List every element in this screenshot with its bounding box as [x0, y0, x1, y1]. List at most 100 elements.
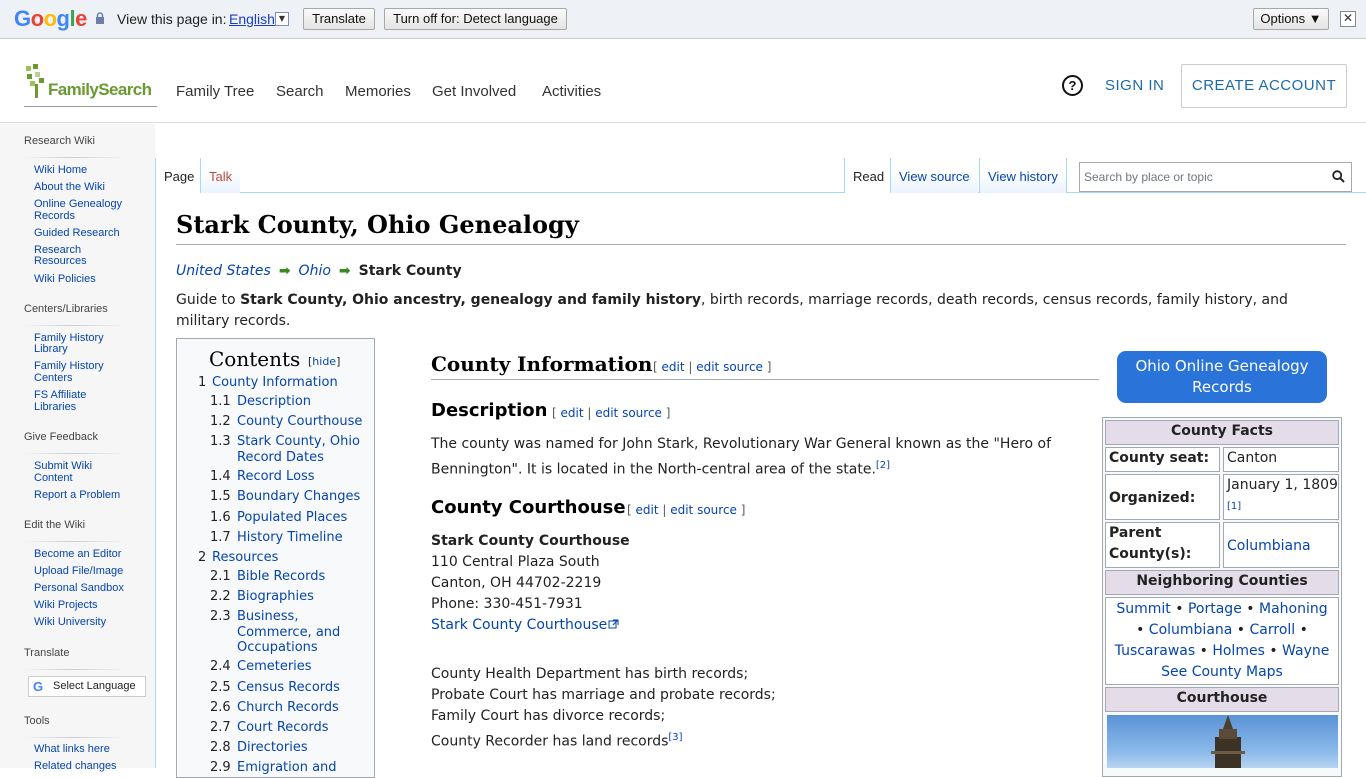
sidebar-item-submit-content[interactable]: Content — [34, 473, 144, 484]
sidebar-item-online-genealogy[interactable]: Online Genealogy — [34, 199, 144, 210]
close-icon[interactable]: ✕ — [1340, 11, 1356, 27]
sidebar-item-fs-affiliate[interactable]: FS Affiliate — [34, 390, 144, 401]
courthouse-link[interactable]: Stark County Courthouse — [431, 615, 619, 636]
tab-view-source[interactable]: View source — [890, 158, 978, 193]
sidebar-item-fh-library[interactable]: Library — [34, 344, 144, 355]
turn-off-button[interactable]: Turn off for: Detect language — [384, 8, 567, 30]
toc-item[interactable]: 1.1 Description — [210, 394, 311, 410]
select-language-dropdown[interactable]: G Select Language — [28, 676, 146, 697]
county-link[interactable]: Wayne — [1282, 643, 1329, 659]
toc-item[interactable]: Commerce, and — [237, 625, 340, 641]
nav-memories[interactable]: Memories — [345, 83, 411, 100]
toc-item[interactable]: 2.1 Bible Records — [210, 569, 325, 585]
toc-item[interactable]: 2.7 Court Records — [210, 720, 329, 736]
edit-link[interactable]: edit — [636, 503, 659, 517]
sidebar-item-fh-centers[interactable]: Centers — [34, 373, 144, 384]
county-link[interactable]: Tuscarawas — [1115, 643, 1196, 659]
reference-link[interactable]: [2] — [876, 460, 890, 471]
sidebar-item-report-problem[interactable]: Report a Problem — [34, 490, 144, 501]
courthouse-name: Stark County Courthouse — [431, 533, 630, 549]
infobox-heading: Courthouse — [1105, 687, 1339, 712]
nav-search[interactable]: Search — [276, 83, 324, 100]
sidebar-item-become-editor[interactable]: Become an Editor — [34, 549, 144, 560]
tree-icon — [26, 64, 44, 98]
toc-item[interactable]: Occupations — [237, 640, 318, 656]
chevron-down-icon[interactable]: ▼ — [275, 12, 289, 26]
sign-in-link[interactable]: SIGN IN — [1105, 77, 1164, 94]
sidebar-item-guided-research[interactable]: Guided Research — [34, 228, 144, 239]
search-input[interactable]: Search by place or topic — [1079, 162, 1352, 192]
toc-item[interactable]: 1.3 Stark County, Ohio — [210, 434, 360, 450]
language-link[interactable]: English — [229, 11, 275, 27]
arrow-right-icon: ➡ — [338, 263, 351, 279]
toc-item[interactable]: 2.9 Emigration and — [210, 760, 337, 776]
sidebar-item-wiki-projects[interactable]: Wiki Projects — [34, 600, 144, 611]
sidebar-item-research-resources[interactable]: Resources — [34, 256, 144, 267]
toc-item[interactable]: 2.6 Church Records — [210, 700, 339, 716]
county-link[interactable]: Mahoning — [1259, 601, 1328, 617]
options-button[interactable]: Options ▼ — [1253, 8, 1329, 30]
sidebar-item-upload-file[interactable]: Upload File/Image — [34, 566, 144, 577]
parent-county-link[interactable]: Columbiana — [1227, 538, 1311, 554]
sidebar-item-wiki-home[interactable]: Wiki Home — [34, 165, 144, 176]
sidebar-item-wiki-university[interactable]: Wiki University — [34, 617, 144, 628]
toc-item[interactable]: 1.6 Populated Places — [210, 510, 347, 526]
edit-link[interactable]: edit — [561, 406, 584, 420]
toc-item[interactable]: 2.3 Business, — [210, 609, 298, 625]
sidebar-heading: Translate — [24, 647, 70, 659]
toc-item[interactable]: 2.8 Directories — [210, 740, 308, 756]
search-icon[interactable] — [1332, 170, 1345, 183]
toc-item[interactable]: 1.5 Boundary Changes — [210, 489, 360, 505]
toc-item[interactable]: Record Dates — [237, 450, 324, 466]
courthouse-phone: Phone: 330-451-7931 — [431, 596, 583, 612]
toc-item[interactable]: 1.7 History Timeline — [210, 530, 343, 546]
county-link[interactable]: Portage — [1188, 601, 1242, 617]
familysearch-logo[interactable]: FamilySearch — [24, 64, 157, 108]
infobox-label: Parent County(s): — [1105, 522, 1220, 568]
nav-activities[interactable]: Activities — [542, 83, 601, 100]
edit-source-link[interactable]: edit source — [595, 406, 662, 420]
tab-view-history[interactable]: View history — [979, 158, 1067, 193]
sidebar-item-related-changes[interactable]: Related changes — [34, 761, 144, 772]
toc-item[interactable]: 1.4 Record Loss — [210, 469, 315, 485]
sidebar-item-wiki-policies[interactable]: Wiki Policies — [34, 274, 144, 285]
county-link[interactable]: Carroll — [1250, 622, 1296, 638]
toc-item[interactable]: 2.4 Cemeteries — [210, 659, 312, 675]
sidebar-item-online-genealogy[interactable]: Records — [34, 211, 144, 222]
sidebar-item-what-links-here[interactable]: What links here — [34, 744, 144, 755]
toc-item[interactable]: 1.2 County Courthouse — [210, 414, 362, 430]
sidebar-item-about[interactable]: About the Wiki — [34, 182, 144, 193]
courthouse-photo[interactable] — [1107, 715, 1338, 768]
create-account-button[interactable]: CREATE ACCOUNT — [1181, 64, 1347, 108]
tab-page[interactable]: Page — [155, 158, 203, 193]
tab-read[interactable]: Read — [844, 158, 893, 193]
translate-button[interactable]: Translate — [303, 8, 375, 30]
reference-link[interactable]: [1] — [1227, 501, 1241, 512]
toc-hide-link[interactable]: hide — [312, 355, 336, 368]
edit-source-link[interactable]: edit source — [696, 360, 763, 374]
reference-link[interactable]: [3] — [668, 732, 682, 743]
county-link[interactable]: Summit — [1116, 601, 1170, 617]
sidebar-item-submit-content[interactable]: Submit Wiki — [34, 461, 144, 472]
breadcrumb-ohio[interactable]: Ohio — [299, 263, 331, 279]
edit-link[interactable]: edit — [662, 360, 685, 374]
edit-source-link[interactable]: edit source — [670, 503, 737, 517]
help-icon[interactable]: ? — [1062, 75, 1083, 96]
nav-family-tree[interactable]: Family Tree — [176, 83, 254, 100]
breadcrumb-united-states[interactable]: United States — [176, 263, 271, 279]
toc-item[interactable]: 2 Resources — [198, 550, 278, 566]
ohio-online-records-button[interactable]: Ohio Online Genealogy Records — [1117, 351, 1327, 403]
sidebar-item-fs-affiliate[interactable]: Libraries — [34, 402, 144, 413]
county-link[interactable]: Holmes — [1212, 643, 1265, 659]
arrow-right-icon: ➡ — [278, 263, 291, 279]
sidebar-item-personal-sandbox[interactable]: Personal Sandbox — [34, 583, 144, 594]
toc-item[interactable]: 2.2 Biographies — [210, 589, 314, 605]
county-maps-link[interactable]: See County Maps — [1161, 664, 1283, 680]
infobox-value: January 1, 1809 [1] — [1223, 474, 1339, 520]
sidebar-item-fh-centers[interactable]: Family History — [34, 361, 144, 372]
county-link[interactable]: Columbiana — [1149, 622, 1233, 638]
tab-talk[interactable]: Talk — [200, 158, 241, 193]
toc-item[interactable]: 2.5 Census Records — [210, 680, 340, 696]
nav-get-involved[interactable]: Get Involved — [432, 83, 516, 100]
toc-item[interactable]: 1 County Information — [198, 375, 338, 391]
